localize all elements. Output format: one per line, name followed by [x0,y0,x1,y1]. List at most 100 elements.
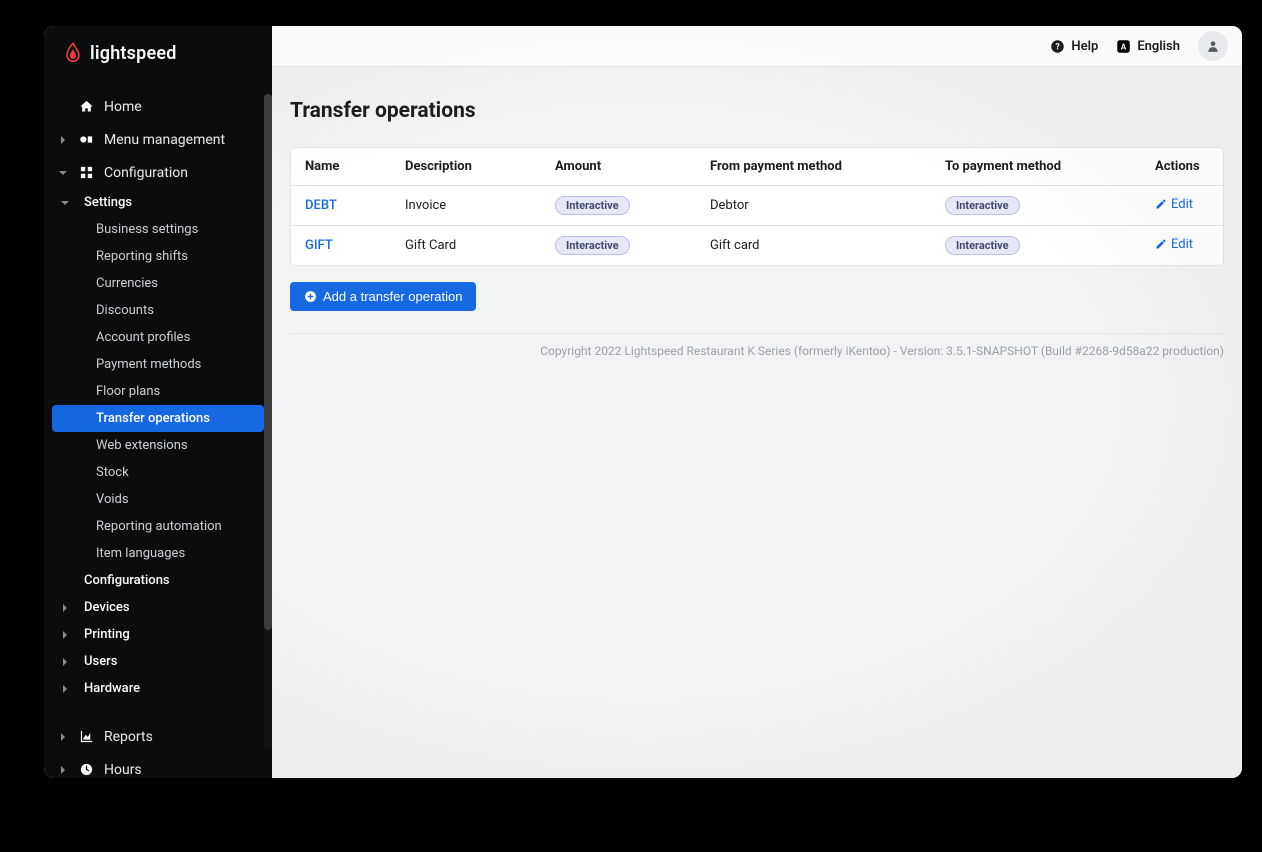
nav-label: Account profiles [96,330,190,345]
nav-label: Payment methods [96,357,201,372]
menu-icon [78,132,94,148]
nav-item-devices[interactable]: Devices [44,594,272,621]
edit-label: Edit [1171,237,1193,252]
nav-item-floor-plans[interactable]: Floor plans [44,378,272,405]
app-window: lightspeed Home Menu management [44,26,1242,778]
nav-item-item-languages[interactable]: Item languages [44,540,272,567]
nav-item-configuration[interactable]: Configuration [44,156,272,189]
col-name: Name [291,148,391,186]
nav-item-payment-methods[interactable]: Payment methods [44,351,272,378]
svg-text:?: ? [1056,42,1061,52]
interactive-badge: Interactive [945,196,1020,215]
nav-label: Item languages [96,546,185,561]
col-from: From payment method [696,148,931,186]
nav-item-stock[interactable]: Stock [44,459,272,486]
help-label: Help [1071,39,1098,54]
nav-label: Configurations [84,573,170,588]
nav-item-currencies[interactable]: Currencies [44,270,272,297]
nav-item-voids[interactable]: Voids [44,486,272,513]
row-from: Gift card [710,238,760,253]
nav-label: Reports [104,729,153,745]
nav-label: Currencies [96,276,158,291]
row-description: Invoice [405,198,446,213]
caret-right-icon [60,685,70,693]
nav-label: Transfer operations [96,411,210,426]
edit-button[interactable]: Edit [1155,197,1193,212]
plus-circle-icon [304,290,317,303]
row-name-link[interactable]: DEBT [305,198,337,213]
sidebar: lightspeed Home Menu management [44,26,272,778]
nav-label: Reporting shifts [96,249,188,264]
nav-label: Reporting automation [96,519,222,534]
user-icon [1206,39,1220,53]
nav-label: Menu management [104,132,225,148]
table-row: DEBT Invoice Interactive Debtor Interact… [291,186,1223,226]
nav-label: Discounts [96,303,154,318]
help-icon: ? [1050,39,1065,54]
caret-right-icon [58,733,68,741]
user-menu-button[interactable] [1198,31,1228,61]
topbar: ? Help A English [272,26,1242,67]
flame-icon [64,42,82,64]
nav-item-transfer-operations[interactable]: Transfer operations [52,405,264,432]
row-from: Debtor [710,198,749,213]
nav-item-home[interactable]: Home [44,90,272,123]
language-icon: A [1116,39,1131,54]
nav-item-printing[interactable]: Printing [44,621,272,648]
scrollbar-thumb[interactable] [264,94,272,630]
caret-down-icon [60,199,70,207]
caret-down-icon [58,169,68,177]
edit-label: Edit [1171,197,1193,212]
caret-right-icon [60,604,70,612]
svg-text:A: A [1121,41,1127,51]
main-pane: ? Help A English Transfer operations [272,26,1242,778]
add-label: Add a transfer operation [323,289,462,304]
nav-item-business-settings[interactable]: Business settings [44,216,272,243]
col-description: Description [391,148,541,186]
page-title: Transfer operations [290,99,1224,123]
nav-label: Hours [104,762,142,778]
caret-right-icon [60,631,70,639]
caret-right-icon [58,136,68,144]
clock-icon [78,762,94,778]
interactive-badge: Interactive [555,196,630,215]
col-actions: Actions [1141,148,1223,186]
nav-item-menu-management[interactable]: Menu management [44,123,272,156]
nav-label: Users [84,654,117,669]
nav-item-reporting-automation[interactable]: Reporting automation [44,513,272,540]
caret-right-icon [60,658,70,666]
nav-item-settings[interactable]: Settings [44,189,272,216]
nav-item-discounts[interactable]: Discounts [44,297,272,324]
table-row: GIFT Gift Card Interactive Gift card Int… [291,226,1223,266]
nav-item-hardware[interactable]: Hardware [44,675,272,702]
nav-label: Settings [84,195,132,210]
nav-item-hours[interactable]: Hours [44,753,272,778]
nav-item-web-extensions[interactable]: Web extensions [44,432,272,459]
grid-icon [78,165,94,181]
nav-item-users[interactable]: Users [44,648,272,675]
nav-label: Floor plans [96,384,160,399]
nav-label: Stock [96,465,129,480]
nav-label: Home [104,99,142,115]
nav-item-reports[interactable]: Reports [44,720,272,753]
edit-icon [1155,198,1167,210]
table-header-row: Name Description Amount From payment met… [291,148,1223,186]
col-amount: Amount [541,148,696,186]
add-transfer-operation-button[interactable]: Add a transfer operation [290,282,476,311]
nav: Home Menu management Configuration [44,74,272,778]
nav-label: Hardware [84,681,140,696]
language-button[interactable]: A English [1116,39,1180,54]
footer: Copyright 2022 Lightspeed Restaurant K S… [290,334,1224,358]
sidebar-scrollbar[interactable] [264,94,272,748]
content: Transfer operations Name Description Amo… [272,67,1242,358]
interactive-badge: Interactive [945,236,1020,255]
row-name-link[interactable]: GIFT [305,238,333,253]
edit-icon [1155,238,1167,250]
nav-label: Devices [84,600,130,615]
help-button[interactable]: ? Help [1050,39,1098,54]
nav-item-account-profiles[interactable]: Account profiles [44,324,272,351]
edit-button[interactable]: Edit [1155,237,1193,252]
nav-item-configurations[interactable]: Configurations [44,567,272,594]
nav-item-reporting-shifts[interactable]: Reporting shifts [44,243,272,270]
home-icon [78,99,94,115]
